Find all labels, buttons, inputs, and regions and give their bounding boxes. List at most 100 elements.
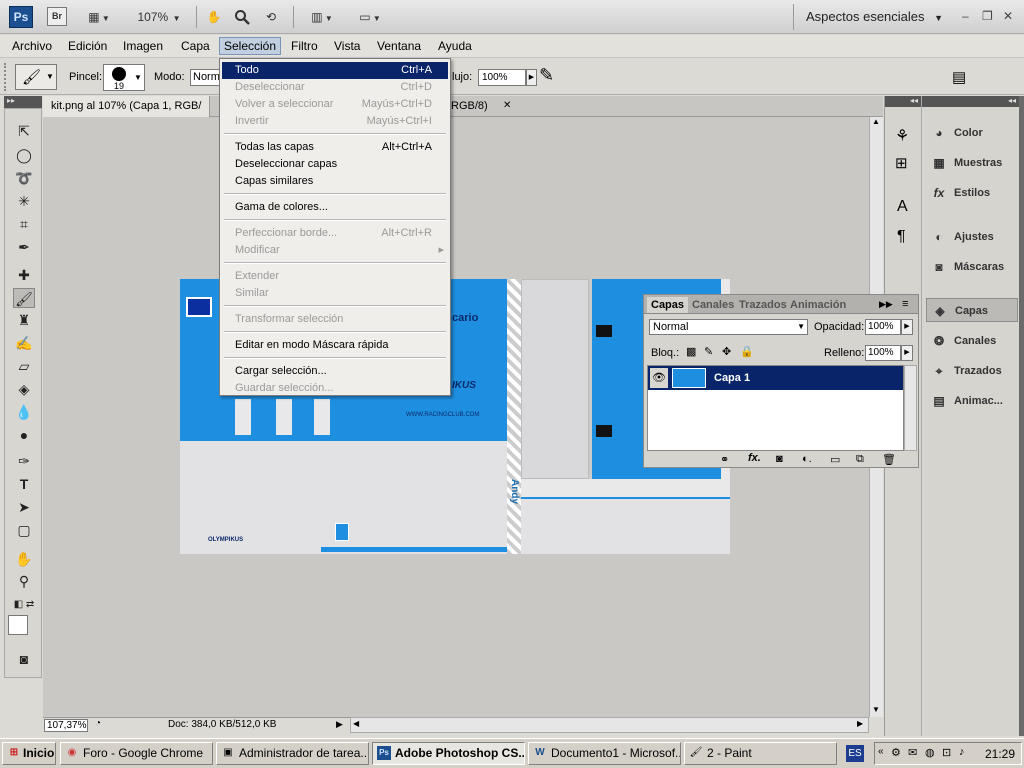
flow-arrow-icon[interactable]: ▶	[526, 69, 537, 86]
path-selection-tool-icon[interactable]: ➤	[13, 497, 35, 517]
clone-stamp-tool-icon[interactable]: ♜	[13, 310, 35, 330]
opacity-arrow-icon[interactable]: ▶	[901, 319, 913, 335]
taskbar-item[interactable]: ▣ Administrador de tarea...	[216, 742, 369, 765]
restore-button[interactable]: ❐	[982, 9, 993, 23]
new-layer-icon[interactable]: ⧉	[856, 453, 864, 466]
toolbar-header[interactable]: ▸▸	[4, 96, 42, 108]
menu-item-editar-en-modo-máscara-rápida[interactable]: Editar en modo Máscara rápida	[222, 337, 448, 354]
scroll-up-icon[interactable]: ▲	[872, 117, 880, 126]
taskbar-item[interactable]: W Documento1 - Microsof...	[528, 742, 681, 765]
tray-icon[interactable]: ✉	[908, 746, 917, 759]
menu-item-deseleccionar-capas[interactable]: Deseleccionar capas	[222, 156, 448, 173]
brush-picker[interactable]: 19 ▼	[103, 64, 145, 91]
menu-archivo[interactable]: Archivo	[8, 38, 56, 56]
arrange-documents-button[interactable]: ▥ ▼	[304, 7, 340, 27]
flow-input[interactable]: 100%	[478, 69, 526, 86]
link-layers-icon[interactable]: ⚭	[720, 453, 729, 466]
menu-capa[interactable]: Capa	[177, 38, 214, 56]
panel-button-channels[interactable]: ❂ Canales	[926, 329, 1018, 353]
volume-icon[interactable]: ♪	[959, 746, 965, 758]
panel-button-layers[interactable]: ◈ Capas	[926, 298, 1018, 322]
menu-item-deseleccionar[interactable]: Deseleccionar Ctrl+D	[222, 79, 448, 96]
panel-button-paths[interactable]: ⌖ Trazados	[926, 359, 1018, 383]
tray-icon[interactable]: ⚙	[891, 746, 901, 759]
new-group-icon[interactable]: ▭	[830, 453, 840, 466]
zoom-status-input[interactable]: 107,37%	[44, 719, 88, 732]
fill-input[interactable]: 100%	[865, 345, 901, 361]
start-button[interactable]: ⊞ Inicio	[2, 742, 56, 765]
paint-bucket-tool-icon[interactable]: ◈	[13, 379, 35, 399]
minimize-button[interactable]: –	[962, 9, 969, 23]
tab-animacion[interactable]: Animación	[790, 297, 846, 313]
lock-transparency-icon[interactable]: ▩	[686, 345, 696, 358]
menu-item-todas-las-capas[interactable]: Todas las capas Alt+Ctrl+A	[222, 139, 448, 156]
fill-arrow-icon[interactable]: ▶	[901, 345, 913, 361]
dock-header[interactable]: ◂◂	[885, 96, 921, 107]
panel-button-masks[interactable]: ◙ Máscaras	[926, 255, 1018, 279]
bridge-button[interactable]: Br	[47, 7, 67, 26]
language-indicator[interactable]: ES	[846, 745, 864, 762]
eyedropper-tool-icon[interactable]: ✒	[13, 237, 35, 257]
menu-item-capas-similares[interactable]: Capas similares	[222, 173, 448, 190]
visibility-eye-icon[interactable]: 👁	[650, 368, 668, 388]
eraser-tool-icon[interactable]: ▱	[13, 356, 35, 376]
scroll-down-icon[interactable]: ▼	[872, 705, 880, 714]
zoom-level-dropdown[interactable]: 107% ▼	[128, 7, 190, 27]
healing-brush-tool-icon[interactable]: ✚	[13, 265, 35, 285]
panel-button-animation[interactable]: ▤ Animac...	[926, 389, 1018, 413]
panel-button-adjustments[interactable]: ◐ Ajustes	[926, 225, 1018, 249]
blend-mode-select[interactable]: Normal ▼	[649, 319, 808, 335]
paragraph-icon[interactable]: ¶	[897, 228, 906, 246]
taskbar-item[interactable]: ◉ Foro - Google Chrome	[60, 742, 213, 765]
menu-imagen[interactable]: Imagen	[119, 38, 167, 56]
layers-scrollbar[interactable]	[904, 365, 917, 451]
tool-preset-picker[interactable]: 🖌 ▼	[15, 64, 57, 90]
screen-mode-button[interactable]: ▭ ▼	[352, 7, 388, 27]
magic-wand-tool-icon[interactable]: ✳	[13, 191, 35, 211]
add-mask-icon[interactable]: ◙	[776, 453, 783, 465]
network-icon[interactable]: ⊡	[942, 746, 951, 759]
scroll-left-icon[interactable]: ◀	[353, 719, 359, 728]
menu-item-guardar-selección[interactable]: Guardar selección...	[222, 380, 448, 397]
taskbar-item[interactable]: 🖌 2 - Paint	[684, 742, 837, 765]
workspace-switcher[interactable]: Aspectos esenciales ▼	[806, 9, 943, 24]
delete-layer-icon[interactable]: 🗑	[882, 453, 896, 466]
rotate-view-icon[interactable]: ⟲	[260, 7, 282, 27]
close-tab-icon[interactable]: ✕	[503, 100, 511, 111]
shape-tool-icon[interactable]: ▢	[13, 520, 35, 540]
crop-tool-icon[interactable]: ⌗	[13, 214, 35, 234]
character-icon[interactable]: A	[897, 198, 908, 216]
document-tab[interactable]: kit.png al 107% (Capa 1, RGB/	[43, 96, 211, 117]
hand-icon[interactable]: ✋	[203, 7, 225, 27]
dodge-tool-icon[interactable]: ●	[13, 425, 35, 445]
hand-tool-icon[interactable]: ✋	[13, 549, 35, 569]
brush-tool-icon[interactable]: 🖌	[13, 288, 35, 308]
panel-button-color[interactable]: ◕ Color	[926, 121, 1018, 145]
dock-header[interactable]: ◂◂	[922, 96, 1019, 107]
menu-item-gama-de-colores[interactable]: Gama de colores...	[222, 199, 448, 216]
brush-panel-icon[interactable]: ▤	[952, 68, 966, 86]
quick-mask-icon[interactable]: ◙	[13, 649, 35, 669]
pen-tool-icon[interactable]: ✑	[13, 451, 35, 471]
menu-seleccion[interactable]: Selección	[219, 37, 282, 55]
lasso-tool-icon[interactable]: ➰	[13, 168, 35, 188]
zoom-icon[interactable]	[231, 7, 253, 27]
airbrush-icon[interactable]: ✎	[539, 65, 554, 86]
menu-item-transformar-selección[interactable]: Transformar selección	[222, 311, 448, 328]
history-brush-tool-icon[interactable]: ✍	[13, 333, 35, 353]
menu-vista[interactable]: Vista	[330, 38, 364, 56]
layer-style-icon[interactable]: fx.	[748, 452, 761, 464]
adjustment-layer-icon[interactable]: ◐.	[802, 453, 812, 465]
lock-all-icon[interactable]: 🔒	[740, 345, 754, 358]
expand-icon[interactable]: ▶▶	[879, 299, 893, 310]
swap-colors-icon[interactable]: ◧ ⇄	[13, 595, 35, 615]
move-tool-icon[interactable]: ⇱	[13, 121, 35, 141]
menu-ayuda[interactable]: Ayuda	[434, 38, 476, 56]
blur-tool-icon[interactable]: 💧	[13, 402, 35, 422]
mode-select[interactable]: Norm	[190, 69, 220, 86]
tray-expand-icon[interactable]: «	[878, 746, 884, 757]
layer-name[interactable]: Capa 1	[714, 372, 750, 384]
foreground-color-swatch[interactable]	[8, 615, 28, 635]
horizontal-scrollbar[interactable]: ◀ ▶	[350, 717, 869, 733]
close-button[interactable]: ✕	[1003, 9, 1013, 23]
